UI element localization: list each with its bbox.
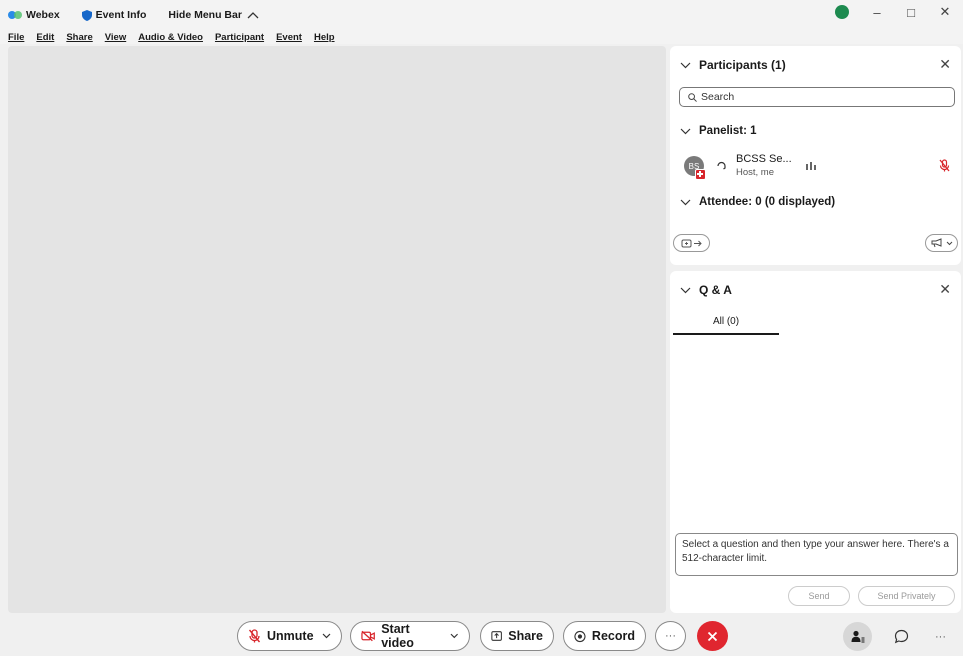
menu-edit[interactable]: Edit [36,32,54,43]
megaphone-icon [931,238,941,248]
close-window-icon[interactable]: ✕ [937,4,953,20]
participants-search[interactable] [679,87,955,107]
tab-all[interactable]: All (0) [673,309,779,335]
menu-event[interactable]: Event [276,32,302,43]
participants-toggle-button[interactable] [843,622,872,651]
speaker-options-button[interactable] [925,234,958,252]
host-badge-icon [695,169,706,180]
app-name: Webex [26,9,60,21]
answer-input[interactable] [675,533,958,576]
menu-audio-video[interactable]: Audio & Video [138,32,203,43]
record-icon [574,630,586,642]
muted-mic-icon[interactable] [939,159,950,172]
attendee-section-header[interactable]: Attendee: 0 (0 displayed) [680,196,835,208]
close-icon [707,631,718,641]
more-options-icon: ··· [665,630,676,642]
panelist-section-header[interactable]: Panelist: 1 [680,125,757,137]
panelist-section-label: Panelist: 1 [699,125,757,137]
share-screen-icon [491,631,502,641]
maximize-icon[interactable]: □ [903,5,919,20]
participants-icon [851,630,864,643]
share-button[interactable]: Share [480,621,554,651]
chat-toggle-button[interactable] [887,622,916,651]
record-label: Record [591,629,635,643]
chevron-down-icon [680,199,691,205]
qa-panel: Q & A ✕ All (0) Send Send Privately [670,271,961,613]
muted-mic-icon [248,629,261,643]
menu-bar: File Edit Share View Audio & Video Parti… [0,30,963,44]
participant-role: Host, me [736,167,775,178]
chevron-down-icon[interactable] [322,633,331,639]
qa-panel-header[interactable]: Q & A [680,283,732,297]
menu-share[interactable]: Share [66,32,92,43]
participants-panel-header[interactable]: Participants (1) [680,58,786,72]
shield-icon [81,9,92,21]
event-info-button[interactable]: Event Info [81,9,147,21]
hide-menu-bar-button[interactable]: Hide Menu Bar [168,9,259,21]
menu-file[interactable]: File [8,32,24,43]
qa-title: Q & A [699,283,732,297]
chevron-up-icon [247,12,259,19]
webex-app-label: Webex [8,9,60,21]
chat-icon [894,629,909,644]
menu-help[interactable]: Help [314,32,335,43]
send-button[interactable]: Send [788,586,850,606]
title-bar: Webex Event Info Hide Menu Bar – □ ✕ [0,0,963,30]
chevron-down-icon[interactable] [450,633,459,639]
move-to-attendee-button[interactable] [673,234,710,252]
close-qa-icon[interactable]: ✕ [939,281,951,298]
search-input[interactable] [701,91,941,103]
record-button[interactable]: Record [563,621,646,651]
chevron-down-icon [680,62,691,68]
attendee-section-label: Attendee: 0 (0 displayed) [699,196,836,208]
start-video-label: Start video [381,622,414,650]
participants-panel: Participants (1) ✕ Panelist: 1 BS BCSS S… [670,46,961,265]
event-info-label: Event Info [95,9,147,21]
move-arrow-icon [681,239,702,247]
leave-meeting-button[interactable] [697,621,728,651]
meeting-toolbar: Unmute Start video Share Record ··· ··· [0,617,963,656]
share-label: Share [508,629,543,643]
hide-menu-bar-label: Hide Menu Bar [168,9,242,21]
close-participants-icon[interactable]: ✕ [939,56,951,73]
more-panels-button[interactable]: ··· [926,622,955,651]
chevron-down-icon [946,241,952,245]
webex-logo-icon [8,11,22,19]
window-controls: – □ ✕ [835,4,953,20]
video-off-icon [361,630,375,642]
start-video-button[interactable]: Start video [350,621,470,651]
user-status-avatar[interactable] [835,5,849,19]
chevron-down-icon [680,128,691,134]
unmute-button[interactable]: Unmute [237,621,342,651]
ellipsis-icon: ··· [935,630,946,643]
minimize-icon[interactable]: – [869,5,885,20]
headset-icon [717,161,726,170]
participant-name: BCSS Se... [736,153,792,165]
send-privately-button[interactable]: Send Privately [858,586,955,606]
participants-title: Participants (1) [699,58,786,72]
chevron-down-icon [680,287,691,293]
search-icon [688,92,697,102]
menu-participant[interactable]: Participant [215,32,264,43]
audio-signal-icon [806,162,816,170]
meeting-stage [8,46,666,613]
menu-view[interactable]: View [105,32,126,43]
more-options-button[interactable]: ··· [655,621,686,651]
unmute-label: Unmute [267,629,314,643]
participant-row[interactable]: BS BCSS Se... Host, me [684,153,954,183]
tab-all-label: All (0) [712,315,740,327]
